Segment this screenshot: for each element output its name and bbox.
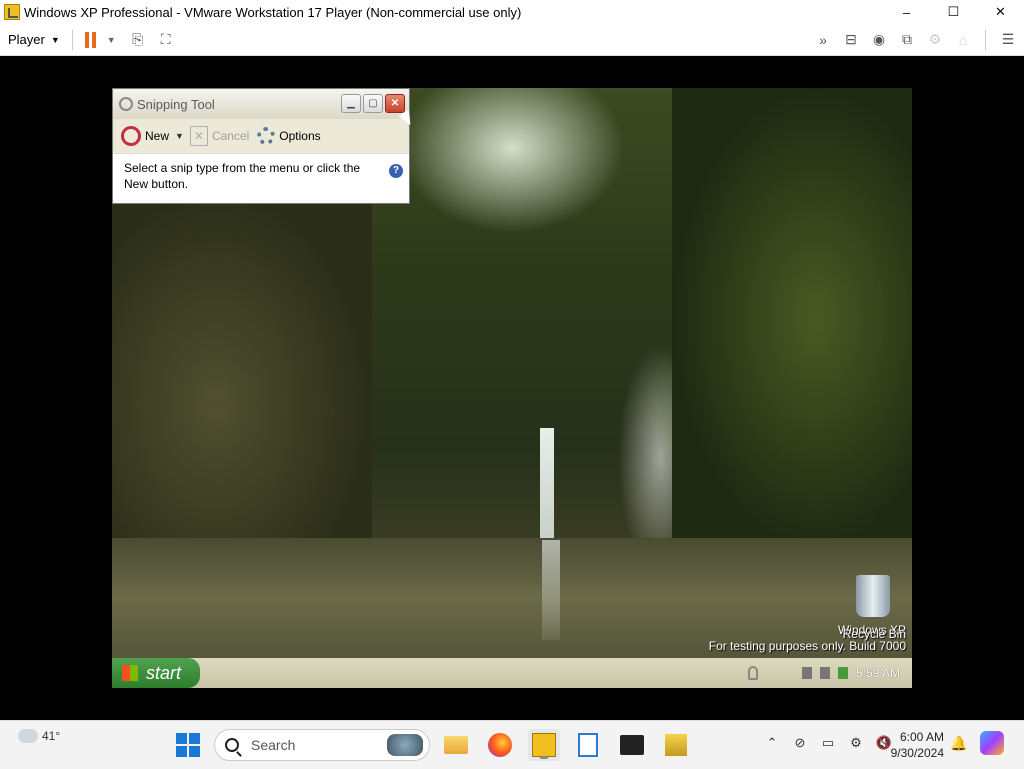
pause-menu-caret-icon[interactable]: ▼	[107, 35, 116, 45]
snip-close-button[interactable]: ✕	[385, 94, 405, 113]
snipping-tool-message: Select a snip type from the menu or clic…	[113, 153, 409, 203]
vm-display[interactable]: Snipping Tool ▁ ▢ ✕ New ▼ ✕ Cancel Optio…	[112, 88, 912, 688]
snipping-tool-window: Snipping Tool ▁ ▢ ✕ New ▼ ✕ Cancel Optio…	[112, 88, 410, 204]
search-input[interactable]: Search	[214, 729, 430, 761]
accessibility-icon[interactable]: ⚙	[848, 735, 864, 751]
package-button[interactable]	[660, 729, 692, 761]
display-icon[interactable]: ▭	[820, 735, 836, 751]
player-menu[interactable]: Player ▼	[8, 32, 60, 47]
vmware-toolbar: Player ▼ ▼ ⎘ ⛶ » ⊟ ◉ ⧉ ⚙ ⌂ ☰	[0, 24, 1024, 56]
help-icon[interactable]: ?	[389, 164, 403, 178]
windows-logo-icon	[122, 665, 138, 681]
maximize-button[interactable]: ☐	[930, 0, 977, 24]
recycle-bin-label: Recycle Bin	[842, 627, 906, 641]
network-off-icon[interactable]: ⊘	[792, 735, 808, 751]
xp-system-tray: 5:59 AM	[801, 658, 912, 688]
snip-instruction-text: Select a snip type from the menu or clic…	[124, 161, 361, 191]
recycle-bin-icon	[856, 575, 890, 617]
system-tray: ⌃ ⊘ ▭ ⚙ 🔇	[764, 735, 893, 751]
search-icon	[225, 738, 239, 752]
window-controls: – ☐ ✕	[883, 0, 1024, 24]
start-label: start	[146, 662, 182, 683]
new-snip-button[interactable]: New	[121, 126, 169, 146]
vmware-button[interactable]	[528, 729, 560, 761]
clock-date: 9/30/2024	[890, 746, 944, 760]
build-watermark: Windows XP Recycle Bin For testing purpo…	[709, 622, 906, 654]
xp-clock[interactable]: 5:59 AM	[856, 666, 900, 680]
vmware-icon	[532, 733, 556, 757]
minimize-button[interactable]: –	[883, 0, 930, 24]
wallpaper-cliff-left	[112, 188, 372, 548]
package-icon	[665, 734, 687, 756]
safely-remove-icon[interactable]	[837, 667, 848, 679]
folder-icon	[444, 736, 468, 754]
copilot-icon[interactable]	[980, 731, 1004, 755]
options-label: Options	[279, 129, 321, 143]
options-button[interactable]: Options	[257, 127, 321, 145]
snipping-tool-titlebar[interactable]: Snipping Tool ▁ ▢ ✕	[113, 89, 409, 119]
cancel-icon: ✕	[189, 126, 208, 146]
chevron-up-icon[interactable]: ⌃	[764, 735, 780, 751]
notepad-button[interactable]	[572, 729, 604, 761]
windows-taskbar: 41° Search ⌃ ⊘ ▭ ⚙ 🔇 6:00 AM 9/30/2024 🔔	[0, 720, 1024, 769]
message-log-icon[interactable]: ☰	[998, 30, 1018, 50]
start-button[interactable]	[176, 733, 200, 757]
notification-bell-icon[interactable]: 🔔	[950, 735, 967, 751]
gear-icon	[257, 127, 276, 145]
toolbar-right-icons: » ⊟ ◉ ⧉ ⚙ ⌂ ☰	[813, 24, 1018, 55]
close-button[interactable]: ✕	[977, 0, 1024, 24]
recycle-bin[interactable]	[850, 575, 896, 617]
send-ctrl-alt-del-icon[interactable]: ⎘	[128, 30, 148, 50]
taskbar-clock[interactable]: 6:00 AM 9/30/2024	[884, 729, 944, 761]
vmware-app-icon	[4, 4, 20, 20]
player-menu-label: Player	[8, 32, 45, 47]
cancel-button: ✕ Cancel	[189, 126, 250, 146]
scissors-icon	[121, 126, 141, 146]
cancel-label: Cancel	[211, 129, 250, 143]
vmware-titlebar: Windows XP Professional - VMware Worksta…	[0, 0, 1024, 24]
search-highlight-icon	[387, 734, 423, 756]
file-explorer-button[interactable]	[440, 729, 472, 761]
weather-widget[interactable]: 41°	[14, 725, 61, 743]
firefox-icon	[488, 733, 512, 757]
snip-minimize-button[interactable]: ▁	[341, 94, 361, 113]
network-icon[interactable]: ◉	[869, 30, 889, 50]
snipping-tool-icon	[119, 97, 133, 111]
disabled-device-icon: ⌂	[958, 31, 968, 48]
usb-icon[interactable]: ⧉	[897, 30, 917, 50]
search-placeholder: Search	[251, 737, 296, 753]
new-label: New	[145, 129, 170, 143]
clock-time: 6:00 AM	[899, 730, 944, 744]
disabled-device-icon: ⚙	[928, 31, 942, 47]
wallpaper-cliff-right	[672, 88, 912, 548]
new-snip-dropdown-icon[interactable]: ▼	[175, 131, 184, 141]
xp-taskbar: start 5:59 AM	[112, 658, 912, 688]
snipping-tool-controls: ▁ ▢ ✕	[341, 94, 405, 113]
chevron-down-icon: ▼	[50, 34, 60, 45]
fullscreen-icon[interactable]: ⛶	[156, 30, 176, 50]
wallpaper-waterfall	[540, 428, 554, 538]
snip-maximize-button[interactable]: ▢	[363, 94, 383, 113]
notepad-icon	[578, 733, 598, 757]
window-title: Windows XP Professional - VMware Worksta…	[24, 4, 522, 20]
wallpaper-reflection	[542, 540, 560, 640]
snipping-tool-title: Snipping Tool	[137, 96, 215, 112]
weather-icon	[14, 725, 38, 743]
weather-temperature: 41°	[42, 729, 61, 743]
toolbar-divider	[985, 29, 986, 50]
forward-icon[interactable]: »	[813, 30, 833, 50]
terminal-icon	[620, 735, 644, 755]
firefox-button[interactable]	[484, 729, 516, 761]
xp-start-button[interactable]: start	[112, 658, 200, 688]
pause-icon[interactable]	[84, 31, 99, 48]
terminal-button[interactable]	[616, 729, 648, 761]
toolbar-divider	[71, 29, 73, 50]
snipping-tool-toolbar: New ▼ ✕ Cancel Options	[113, 119, 409, 153]
volume-icon[interactable]	[819, 667, 830, 679]
active-indicator	[540, 756, 548, 759]
network-tray-icon[interactable]	[801, 667, 812, 679]
removable-devices-icon[interactable]: ⊟	[841, 30, 861, 50]
microphone-icon[interactable]	[748, 666, 758, 680]
